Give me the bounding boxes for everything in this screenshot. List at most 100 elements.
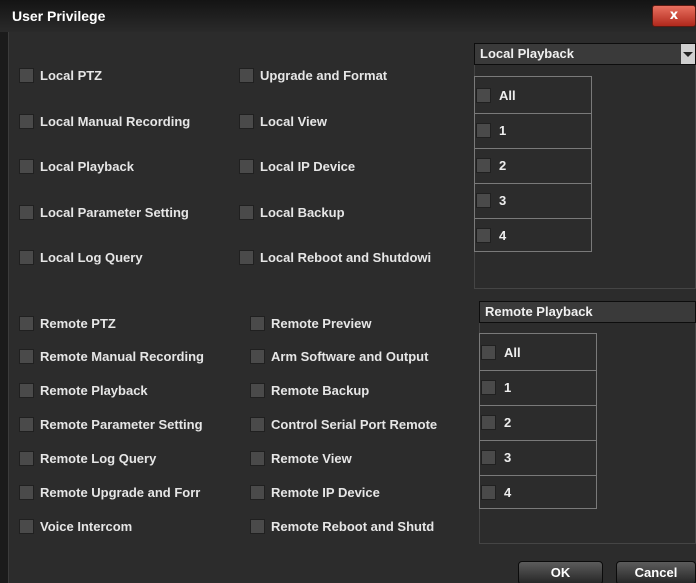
- channel-row-1[interactable]: 1: [480, 369, 596, 406]
- checkbox-remote-reboot-and-shutdown[interactable]: Remote Reboot and Shutd: [250, 516, 472, 536]
- channel-row-4[interactable]: 4: [480, 474, 596, 511]
- checkbox-control-serial-port-remote[interactable]: Control Serial Port Remote: [250, 414, 472, 434]
- checkbox-local-parameter-setting[interactable]: Local Parameter Setting: [19, 203, 189, 221]
- remote-playback-select-value: Remote Playback: [485, 304, 593, 319]
- channel-row-3[interactable]: 3: [480, 439, 596, 476]
- close-button[interactable]: x: [652, 5, 696, 27]
- checkbox-row[interactable]: Control Serial Port Remote: [250, 415, 437, 433]
- checkbox-box[interactable]: [19, 518, 34, 534]
- checkbox-remote-ptz[interactable]: Remote PTZ: [19, 313, 243, 333]
- checkbox-box[interactable]: [19, 158, 34, 174]
- local-playback-select[interactable]: Local Playback: [474, 43, 696, 65]
- checkbox-box[interactable]: [19, 450, 34, 466]
- checkbox-box[interactable]: [239, 67, 254, 83]
- channel-row-all[interactable]: All: [475, 77, 591, 114]
- checkbox-box[interactable]: [19, 416, 34, 432]
- checkbox-label: Local Parameter Setting: [40, 204, 189, 220]
- channel-row-3[interactable]: 3: [475, 182, 591, 219]
- checkbox-local-playback[interactable]: Local Playback: [19, 157, 134, 175]
- checkbox-row[interactable]: Remote Reboot and Shutd: [250, 517, 434, 535]
- checkbox-box[interactable]: [476, 87, 491, 103]
- checkbox-upgrade-and-format[interactable]: Upgrade and Format: [239, 66, 387, 84]
- checkbox-box[interactable]: [239, 249, 254, 265]
- checkbox-row[interactable]: Remote View: [250, 449, 352, 467]
- channel-label: All: [499, 87, 516, 103]
- channel-row-1[interactable]: 1: [475, 112, 591, 149]
- checkbox-box[interactable]: [239, 158, 254, 174]
- checkbox-label: Local Log Query: [40, 249, 143, 265]
- checkbox-box[interactable]: [481, 449, 496, 465]
- channel-row-2[interactable]: 2: [475, 147, 591, 184]
- checkbox-label: Remote Parameter Setting: [40, 416, 203, 432]
- checkbox-row[interactable]: Arm Software and Output: [250, 347, 428, 365]
- checkbox-box[interactable]: [19, 113, 34, 129]
- local-playback-select-value: Local Playback: [480, 46, 574, 61]
- checkbox-box[interactable]: [250, 348, 265, 364]
- checkbox-row[interactable]: Remote PTZ: [19, 314, 116, 332]
- checkbox-row[interactable]: Remote Preview: [250, 314, 371, 332]
- checkbox-remote-log-query[interactable]: Remote Log Query: [19, 448, 243, 468]
- checkbox-local-ip-device[interactable]: Local IP Device: [239, 157, 355, 175]
- checkbox-box[interactable]: [19, 382, 34, 398]
- checkbox-box[interactable]: [476, 192, 491, 208]
- checkbox-row[interactable]: Remote Backup: [250, 381, 369, 399]
- checkbox-box[interactable]: [481, 344, 496, 360]
- checkbox-arm-software-and-output[interactable]: Arm Software and Output: [250, 346, 472, 366]
- checkbox-box[interactable]: [476, 122, 491, 138]
- checkbox-remote-preview[interactable]: Remote Preview: [250, 313, 472, 333]
- checkbox-box[interactable]: [476, 228, 491, 243]
- checkbox-label: Voice Intercom: [40, 518, 133, 534]
- ok-button[interactable]: OK: [518, 561, 603, 583]
- checkbox-box[interactable]: [250, 416, 265, 432]
- checkbox-label: Remote Log Query: [40, 450, 157, 466]
- checkbox-box[interactable]: [250, 450, 265, 466]
- checkbox-box[interactable]: [19, 249, 34, 265]
- checkbox-box[interactable]: [481, 379, 496, 395]
- channel-row-4[interactable]: 4: [475, 217, 591, 254]
- channel-label: 4: [499, 228, 507, 243]
- checkbox-local-ptz[interactable]: Local PTZ: [19, 66, 102, 84]
- checkbox-row[interactable]: Local Reboot and Shutdowi: [239, 248, 431, 266]
- checkbox-box[interactable]: [19, 204, 34, 220]
- checkbox-remote-view[interactable]: Remote View: [250, 448, 472, 468]
- checkbox-box[interactable]: [19, 315, 34, 331]
- checkbox-remote-upgrade-and-format[interactable]: Remote Upgrade and Forr: [19, 482, 243, 502]
- chevron-down-icon[interactable]: [681, 44, 695, 64]
- checkbox-box[interactable]: [239, 204, 254, 220]
- checkbox-local-manual-recording[interactable]: Local Manual Recording: [19, 112, 190, 130]
- checkbox-row[interactable]: Remote Log Query: [19, 449, 156, 467]
- checkbox-remote-ip-device[interactable]: Remote IP Device: [250, 482, 472, 502]
- cancel-button[interactable]: Cancel: [616, 561, 696, 583]
- checkbox-box[interactable]: [19, 348, 34, 364]
- checkbox-box[interactable]: [250, 315, 265, 331]
- checkbox-box[interactable]: [250, 518, 265, 534]
- checkbox-box[interactable]: [250, 382, 265, 398]
- checkbox-local-reboot-and-shutdown[interactable]: Local Reboot and Shutdowi: [239, 247, 469, 267]
- checkbox-box[interactable]: [239, 113, 254, 129]
- title-bar: User Privilege x: [0, 0, 696, 32]
- checkbox-row[interactable]: Remote Manual Recording: [19, 347, 204, 365]
- checkbox-box[interactable]: [476, 157, 491, 173]
- checkbox-local-backup[interactable]: Local Backup: [239, 203, 345, 221]
- checkbox-box[interactable]: [481, 485, 496, 500]
- channel-row-all[interactable]: All: [480, 334, 596, 371]
- checkbox-box[interactable]: [250, 484, 265, 500]
- checkbox-box[interactable]: [481, 414, 496, 430]
- checkbox-row[interactable]: Voice Intercom: [19, 517, 132, 535]
- checkbox-box[interactable]: [19, 484, 34, 500]
- checkbox-row[interactable]: Remote Parameter Setting: [19, 415, 203, 433]
- checkbox-box[interactable]: [19, 67, 34, 83]
- checkbox-local-view[interactable]: Local View: [239, 112, 327, 130]
- checkbox-remote-backup[interactable]: Remote Backup: [250, 380, 472, 400]
- remote-playback-channel-list: All 1 2 3 4: [479, 333, 597, 509]
- checkbox-row[interactable]: Remote IP Device: [250, 483, 380, 501]
- remote-playback-select[interactable]: Remote Playback: [479, 301, 696, 323]
- checkbox-row[interactable]: Remote Playback: [19, 381, 148, 399]
- checkbox-local-log-query[interactable]: Local Log Query: [19, 248, 143, 266]
- checkbox-voice-intercom[interactable]: Voice Intercom: [19, 516, 243, 536]
- channel-row-2[interactable]: 2: [480, 404, 596, 441]
- checkbox-remote-manual-recording[interactable]: Remote Manual Recording: [19, 346, 243, 366]
- checkbox-remote-playback[interactable]: Remote Playback: [19, 380, 243, 400]
- checkbox-row[interactable]: Remote Upgrade and Forr: [19, 483, 200, 501]
- checkbox-remote-parameter-setting[interactable]: Remote Parameter Setting: [19, 414, 243, 434]
